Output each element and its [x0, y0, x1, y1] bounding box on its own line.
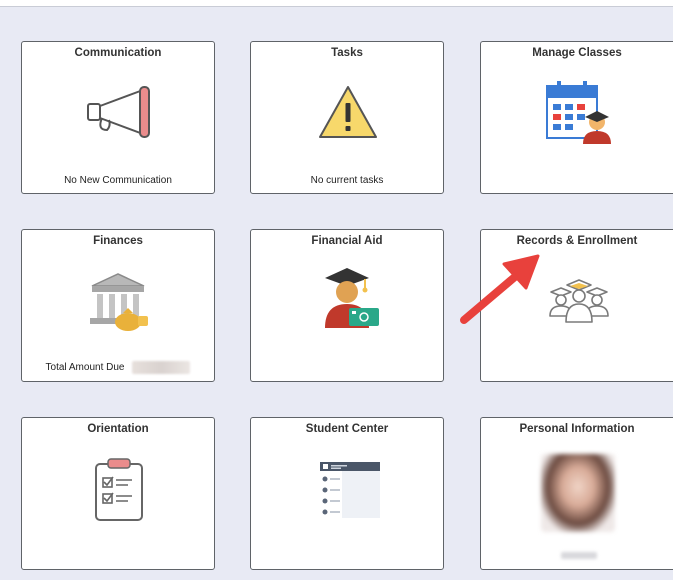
tile-title: Tasks [331, 47, 363, 59]
tile-title: Manage Classes [532, 47, 622, 59]
redacted-name [561, 552, 597, 559]
calendar-graduate-icon [546, 81, 611, 144]
tile-manage-classes[interactable]: Manage Classes [480, 41, 673, 194]
tile-student-center[interactable]: Student Center [250, 417, 444, 570]
tile-financial-aid[interactable]: Financial Aid [250, 229, 444, 382]
tile-personal-information[interactable]: Personal Information [480, 417, 673, 570]
warning-icon [319, 86, 377, 138]
tile-orientation[interactable]: Orientation [21, 417, 215, 570]
profile-photo [541, 454, 615, 532]
clipboard-checklist-icon [95, 458, 143, 521]
redacted-amount [132, 361, 191, 374]
tile-finances[interactable]: Finances Total Amount Due [21, 229, 215, 382]
tile-footer: No current tasks [310, 175, 384, 186]
tile-title: Records & Enrollment [516, 235, 638, 247]
tile-footer: No New Communication [64, 175, 172, 186]
graduates-group-icon [549, 279, 609, 323]
tile-footer: Total Amount Due [22, 361, 214, 374]
annotation-arrow [460, 254, 540, 324]
graduate-money-icon [325, 268, 379, 328]
tile-title: Personal Information [519, 423, 635, 435]
tile-title: Finances [93, 235, 143, 247]
tile-title: Financial Aid [311, 235, 383, 247]
tile-tasks[interactable]: Tasks No current tasks [250, 41, 444, 194]
tile-title: Student Center [305, 423, 389, 435]
top-bar-edge [0, 0, 673, 7]
total-amount-due-label: Total Amount Due [45, 362, 125, 374]
tile-communication[interactable]: Communication No New Communication [21, 41, 215, 194]
tile-title: Communication [74, 47, 162, 59]
tile-title: Orientation [87, 423, 149, 435]
megaphone-icon [87, 86, 150, 138]
student-center-panel-icon [320, 462, 380, 518]
bank-moneybag-icon [90, 273, 148, 331]
